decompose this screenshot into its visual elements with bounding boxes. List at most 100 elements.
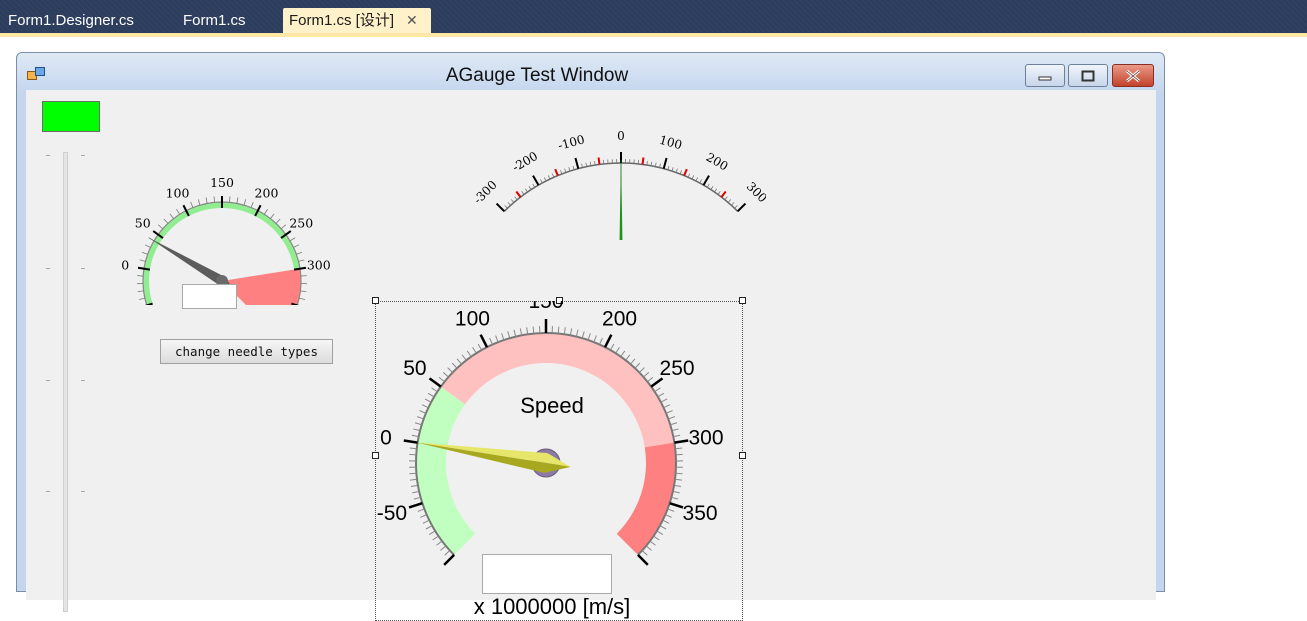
minor-tick	[281, 225, 286, 229]
major-tick	[404, 440, 418, 442]
minor-tick	[436, 541, 442, 545]
minor-tick	[514, 330, 516, 337]
minor-tick	[198, 199, 200, 205]
minor-tick	[700, 179, 702, 183]
minor-tick	[664, 405, 670, 408]
tab-form1-designer[interactable]: Form1.Designer.cs	[2, 8, 140, 33]
minor-tick	[555, 169, 558, 175]
minor-tick	[621, 351, 625, 357]
tab-label: Form1.cs	[183, 12, 246, 29]
minor-tick	[293, 245, 298, 248]
scale-label: 300	[688, 427, 723, 450]
major-tick	[444, 555, 454, 565]
minor-tick	[418, 509, 425, 511]
scale-label: -50	[377, 502, 407, 525]
tab-label: Form1.Designer.cs	[8, 12, 134, 29]
minor-tick	[599, 157, 600, 164]
minor-tick	[420, 515, 426, 518]
major-tick	[533, 176, 539, 186]
minor-tick	[582, 331, 584, 338]
scale-label: 50	[135, 215, 151, 230]
minor-tick	[663, 520, 669, 523]
minor-tick	[158, 225, 163, 229]
trackbar-tick	[81, 380, 85, 381]
minor-tick	[661, 399, 667, 402]
scale-label: 300	[744, 179, 766, 205]
maximize-button[interactable]	[1068, 64, 1108, 87]
close-icon	[1124, 69, 1142, 83]
minor-tick	[276, 219, 280, 223]
scale-label: 0	[617, 129, 625, 143]
scale-label: 200	[602, 308, 637, 331]
tab-close-icon[interactable]: ✕	[406, 12, 418, 28]
pink-range-band	[441, 333, 675, 447]
minor-tick	[573, 166, 574, 170]
scale-label: 250	[289, 215, 313, 230]
major-tick	[638, 555, 648, 565]
minor-tick	[413, 429, 420, 431]
minor-tick	[140, 260, 146, 261]
scale-label: 0	[380, 427, 392, 450]
scale-label: 150	[210, 175, 234, 190]
minor-tick	[251, 202, 253, 208]
minor-tick	[270, 214, 274, 219]
minor-tick	[516, 192, 520, 198]
minimize-button[interactable]	[1025, 64, 1065, 87]
minor-tick	[428, 393, 434, 397]
scale-label: 350	[683, 502, 718, 525]
minor-tick	[138, 291, 144, 292]
minor-tick	[299, 260, 305, 261]
minor-tick	[264, 209, 267, 214]
minor-tick	[626, 355, 630, 361]
minor-tick	[560, 170, 561, 174]
minor-tick	[564, 327, 565, 334]
minor-tick	[462, 355, 466, 361]
minor-tick	[529, 186, 531, 189]
large-gauge-value-textbox[interactable]	[482, 554, 612, 594]
major-tick	[575, 158, 578, 169]
tab-form1-design[interactable]: Form1.cs [设计]✕	[283, 8, 431, 33]
minor-tick	[544, 177, 546, 181]
close-button[interactable]	[1112, 64, 1154, 87]
status-led	[42, 101, 100, 132]
minor-tick	[688, 174, 690, 178]
minor-tick	[448, 368, 453, 373]
minor-tick	[548, 175, 550, 179]
minor-tick	[496, 336, 499, 343]
minor-tick	[511, 199, 514, 202]
scale-label: 300	[307, 258, 331, 273]
minor-tick	[643, 157, 644, 164]
scale-label: 250	[660, 357, 695, 380]
minor-tick	[139, 298, 145, 299]
small-gauge-value-textbox[interactable]	[182, 284, 237, 309]
minor-tick	[176, 209, 179, 214]
maximize-icon	[1080, 69, 1096, 83]
minor-tick	[443, 372, 448, 377]
small-gauge: -100-50050100150200250300350400	[104, 115, 334, 305]
minor-tick	[237, 198, 238, 204]
minor-tick	[668, 166, 669, 170]
minor-tick	[191, 202, 193, 208]
major-tick	[481, 335, 487, 347]
minor-tick	[522, 191, 524, 194]
minor-tick	[300, 291, 306, 292]
minor-tick	[676, 473, 683, 474]
minor-tick	[452, 363, 457, 368]
minor-tick	[675, 479, 682, 480]
minor-tick	[735, 205, 738, 208]
scale-label: 200	[255, 186, 279, 201]
major-tick	[605, 335, 611, 347]
minor-tick	[527, 327, 528, 334]
minor-tick	[670, 423, 677, 425]
minor-tick	[647, 377, 652, 381]
minor-tick	[423, 520, 429, 523]
change-needle-types-button[interactable]: change needle types	[160, 339, 333, 364]
trackbar-tick	[81, 155, 85, 156]
tab-form1-cs[interactable]: Form1.cs	[177, 8, 252, 33]
minor-tick	[299, 298, 305, 299]
minor-tick	[658, 393, 664, 397]
top-gauge: -300-200-1000100200300	[426, 90, 766, 240]
minor-tick	[414, 497, 421, 499]
scale-label: 0	[121, 258, 129, 273]
vertical-trackbar[interactable]	[63, 152, 68, 612]
